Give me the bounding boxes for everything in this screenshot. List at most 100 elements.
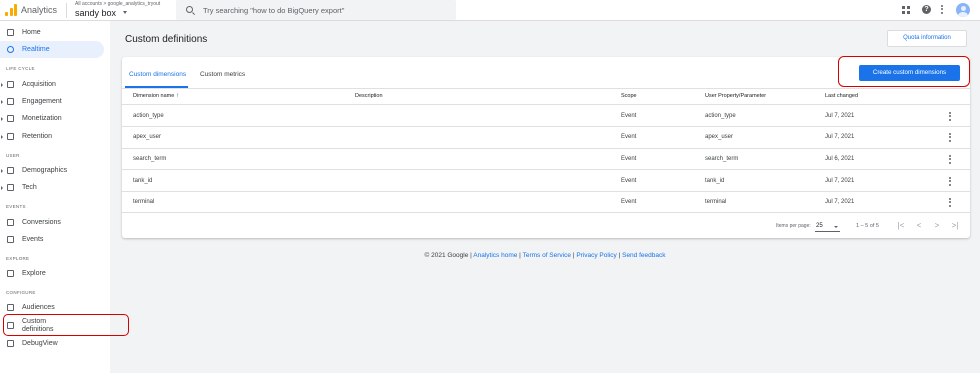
sidebar-item-acquisition[interactable]: Acquisition [0, 76, 104, 93]
sidebar-item-label: Retention [22, 133, 52, 140]
more-vert-icon[interactable] [949, 112, 951, 122]
next-page-icon[interactable]: > [932, 221, 942, 230]
cell-last-changed: Jul 7, 2021 [825, 113, 855, 119]
cell-dimension-name: action_type [133, 113, 164, 119]
more-vert-icon[interactable] [941, 5, 943, 15]
sidebar-item-engagement[interactable]: Engagement [0, 93, 104, 110]
tab-divider [122, 88, 970, 89]
footer-separator: | [618, 252, 621, 259]
sidebar-item-label: Explore [22, 270, 46, 277]
expand-icon[interactable] [1, 168, 3, 173]
tab-custom-dimensions[interactable]: Custom dimensions [129, 71, 186, 78]
app-name[interactable]: Analytics [21, 5, 57, 15]
cell-parameter: action_type [705, 113, 736, 119]
row-divider [122, 212, 970, 213]
analytics-logo-icon[interactable] [5, 4, 17, 16]
cell-parameter: search_term [705, 156, 739, 162]
highlight-annotation [838, 56, 970, 87]
cell-scope: Event [621, 134, 637, 140]
cell-scope: Event [621, 178, 637, 184]
sidebar-item-label: Tech [22, 184, 37, 191]
column-header-description[interactable]: Description [355, 93, 383, 99]
sidebar-item-label: Conversions [22, 219, 61, 226]
column-header-scope[interactable]: Scope [621, 93, 637, 99]
copyright-text: © 2021 Google | [424, 252, 472, 259]
top-app-bar: Analytics All accounts > google_analytic… [0, 0, 980, 21]
cell-last-changed: Jul 6, 2021 [825, 156, 855, 162]
sidebar-item-conversions[interactable]: Conversions [0, 214, 104, 231]
cell-last-changed: Jul 7, 2021 [825, 178, 855, 184]
search-input[interactable]: Try searching "how to do BigQuery export… [203, 6, 344, 15]
tab-custom-metrics[interactable]: Custom metrics [200, 71, 245, 78]
sort-ascending-icon[interactable]: ↑ [176, 93, 179, 99]
last-page-icon[interactable]: >| [950, 221, 960, 230]
section-configure: CONFIGURE [6, 290, 36, 295]
cell-parameter: terminal [705, 199, 727, 205]
first-page-icon[interactable]: |< [896, 221, 906, 230]
header-divider [66, 3, 67, 18]
cell-scope: Event [621, 156, 637, 162]
cell-dimension-name: terminal [133, 199, 155, 205]
expand-icon[interactable] [1, 99, 3, 104]
sidebar-item-monetization[interactable]: Monetization [0, 110, 104, 127]
more-vert-icon[interactable] [949, 133, 951, 143]
audiences-icon [7, 304, 14, 311]
search-bar[interactable]: Try searching "how to do BigQuery export… [176, 0, 456, 20]
account-breadcrumb[interactable]: All accounts > google_analytics_tryout [75, 1, 160, 7]
cell-scope: Event [621, 199, 637, 205]
page-title: Custom definitions [125, 34, 208, 45]
sidebar-item-label: DebugView [22, 340, 58, 347]
more-vert-icon[interactable] [949, 177, 951, 187]
clock-icon [7, 46, 14, 53]
terms-link[interactable]: Terms of Service [523, 252, 571, 259]
cell-dimension-name: search_term [133, 156, 167, 162]
expand-icon[interactable] [1, 82, 3, 87]
items-per-page-label: Items per page: [776, 223, 811, 229]
previous-page-icon[interactable]: < [914, 221, 924, 230]
header-divider [122, 104, 970, 105]
avatar[interactable] [956, 3, 970, 17]
sidebar-item-events[interactable]: Events [0, 231, 104, 248]
chevron-down-icon[interactable] [834, 226, 838, 228]
items-per-page-value[interactable]: 25 [816, 223, 823, 229]
property-selector[interactable]: sandy box [75, 8, 116, 18]
row-divider [122, 191, 970, 192]
send-feedback-link[interactable]: Send feedback [622, 252, 665, 259]
sidebar-item-retention[interactable]: Retention [0, 128, 104, 145]
cell-parameter: apex_user [705, 134, 734, 140]
sidebar-item-label: Events [22, 236, 44, 243]
help-icon[interactable]: ? [922, 5, 931, 14]
cell-parameter: tank_id [705, 178, 725, 184]
privacy-link[interactable]: Privacy Policy [576, 252, 616, 259]
more-vert-icon[interactable] [949, 155, 951, 165]
expand-icon[interactable] [1, 134, 3, 139]
quota-information-button[interactable]: Quota information [887, 30, 967, 47]
chevron-down-icon[interactable] [123, 11, 127, 14]
row-divider [122, 148, 970, 149]
sidebar-item-realtime[interactable]: Realtime [0, 41, 104, 58]
column-header-last-changed[interactable]: Last changed [825, 93, 858, 99]
more-vert-icon[interactable] [949, 198, 951, 208]
sidebar-item-tech[interactable]: Tech [0, 179, 104, 196]
search-icon [186, 6, 193, 13]
engagement-icon [7, 98, 14, 105]
row-divider [122, 169, 970, 170]
footer-separator: | [519, 252, 521, 259]
footer: © 2021 Google | Analytics home | Terms o… [0, 252, 980, 259]
sidebar-item-label: Monetization [22, 115, 62, 122]
sidebar-item-explore[interactable]: Explore [0, 265, 104, 282]
column-header-dimension-name[interactable]: Dimension name [133, 93, 174, 99]
expand-icon[interactable] [1, 116, 3, 121]
retention-icon [7, 133, 14, 140]
devices-icon [7, 184, 14, 191]
cell-dimension-name: apex_user [133, 134, 162, 140]
sidebar-item-home[interactable]: Home [0, 24, 104, 41]
column-header-user-property[interactable]: User Property/Parameter [705, 93, 766, 99]
sidebar-item-debugview[interactable]: DebugView [0, 335, 104, 352]
apps-grid-icon[interactable] [902, 6, 910, 14]
sidebar-item-demographics[interactable]: Demographics [0, 162, 104, 179]
highlight-annotation [3, 314, 129, 336]
cell-dimension-name: tank_id [133, 178, 153, 184]
analytics-home-link[interactable]: Analytics home [473, 252, 517, 259]
expand-icon[interactable] [1, 185, 3, 190]
